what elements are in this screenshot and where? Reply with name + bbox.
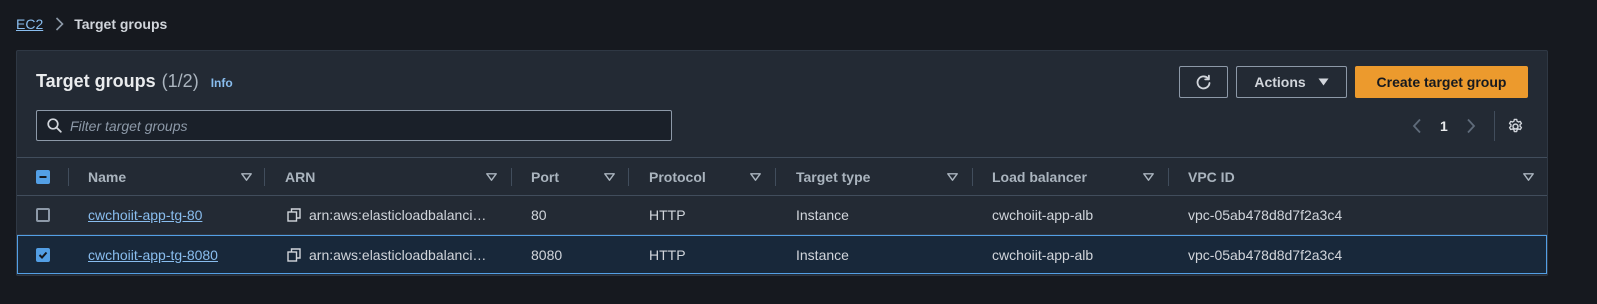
target-group-name-link[interactable]: cwchoiit-app-tg-8080 [88, 247, 218, 263]
name-cell: cwchoiit-app-tg-80 [88, 196, 202, 234]
column-header-port[interactable]: Port [531, 158, 615, 195]
column-header-load-balancer[interactable]: Load balancer [992, 158, 1154, 195]
panel-header: Target groups (1/2) Info [36, 71, 233, 92]
target-type-cell: Instance [796, 247, 849, 263]
target-groups-table: Name ARN Port Protocol Target type Load … [17, 157, 1547, 274]
target-group-name-link[interactable]: cwchoiit-app-tg-80 [88, 207, 202, 223]
select-all-cell [36, 158, 50, 195]
protocol-cell: HTTP [649, 207, 686, 223]
target-type-cell: Instance [796, 207, 849, 223]
sort-caret-icon[interactable] [604, 172, 615, 181]
vpc-id-cell: vpc-05ab478d8d7f2a3c4 [1188, 247, 1343, 263]
copy-icon[interactable] [287, 248, 301, 262]
chevron-right-icon [55, 17, 64, 31]
create-target-group-button[interactable]: Create target group [1355, 66, 1528, 98]
arn-value: arn:aws:elasticloadbalanci… [309, 207, 487, 223]
pagination: 1 [1412, 111, 1524, 141]
actions-button[interactable]: Actions [1236, 66, 1347, 98]
breadcrumb-current: Target groups [74, 16, 168, 32]
row-select-cell [36, 236, 50, 274]
column-separator [264, 168, 265, 186]
column-separator [68, 168, 69, 186]
load-balancer-cell: cwchoiit-app-alb [992, 247, 1094, 263]
previous-page-icon[interactable] [1412, 118, 1422, 134]
column-separator [511, 168, 512, 186]
column-separator [972, 168, 973, 186]
sort-caret-icon[interactable] [750, 172, 761, 181]
pager-divider [1493, 111, 1495, 141]
row-checkbox-checked[interactable] [36, 248, 50, 262]
actions-label: Actions [1254, 74, 1306, 90]
arn-cell: arn:aws:elasticloadbalanci… [287, 236, 486, 274]
breadcrumb: EC2 Target groups [16, 14, 167, 34]
column-header-load-balancer-label: Load balancer [992, 168, 1087, 185]
arn-value: arn:aws:elasticloadbalanci… [309, 247, 487, 263]
column-header-port-label: Port [531, 168, 559, 185]
port-cell: 8080 [531, 247, 563, 263]
sort-caret-icon[interactable] [947, 172, 958, 181]
column-separator [628, 168, 629, 186]
caret-down-icon [1318, 78, 1329, 86]
column-header-vpc-id[interactable]: VPC ID [1188, 158, 1534, 195]
port-cell: 80 [531, 207, 547, 223]
settings-gear-icon[interactable] [1507, 118, 1524, 135]
load-balancer-cell: cwchoiit-app-alb [992, 207, 1094, 223]
copy-icon[interactable] [287, 208, 301, 222]
column-separator [775, 168, 776, 186]
column-header-name[interactable]: Name [88, 158, 252, 195]
column-separator [1168, 168, 1169, 186]
table-row-selected[interactable]: cwchoiit-app-tg-8080 arn:aws:elasticload… [17, 235, 1547, 274]
page-title: Target groups [36, 71, 156, 91]
search-icon [47, 118, 62, 133]
column-header-arn-label: ARN [285, 168, 316, 185]
select-all-checkbox[interactable] [36, 169, 50, 184]
breadcrumb-ec2-link[interactable]: EC2 [16, 16, 43, 32]
table-row[interactable]: cwchoiit-app-tg-80 arn:aws:elasticloadba… [17, 196, 1547, 235]
sort-caret-icon[interactable] [1523, 172, 1534, 181]
column-header-name-label: Name [88, 168, 127, 185]
column-header-target-type-label: Target type [796, 168, 871, 185]
column-header-target-type[interactable]: Target type [796, 158, 958, 195]
info-link[interactable]: Info [211, 76, 233, 90]
target-groups-panel: Target groups (1/2) Info Actions Create … [16, 50, 1548, 276]
protocol-cell: HTTP [649, 247, 686, 263]
column-header-protocol[interactable]: Protocol [649, 158, 761, 195]
name-cell: cwchoiit-app-tg-8080 [88, 236, 218, 274]
table-header: Name ARN Port Protocol Target type Load … [17, 157, 1547, 196]
filter-target-groups-input[interactable] [70, 117, 630, 134]
selection-count: (1/2) [161, 71, 199, 91]
sort-caret-icon[interactable] [1143, 172, 1154, 181]
sort-caret-icon[interactable] [241, 172, 252, 181]
column-header-arn[interactable]: ARN [285, 158, 497, 195]
row-select-cell [36, 196, 50, 234]
current-page-number[interactable]: 1 [1440, 118, 1448, 134]
row-checkbox[interactable] [36, 208, 50, 222]
refresh-icon [1195, 74, 1212, 91]
refresh-button[interactable] [1179, 66, 1228, 98]
arn-cell: arn:aws:elasticloadbalanci… [287, 196, 486, 234]
column-header-protocol-label: Protocol [649, 168, 706, 185]
sort-caret-icon[interactable] [486, 172, 497, 181]
vpc-id-cell: vpc-05ab478d8d7f2a3c4 [1188, 207, 1343, 223]
next-page-icon[interactable] [1466, 118, 1476, 134]
filter-search-box [36, 110, 672, 141]
column-header-vpc-id-label: VPC ID [1188, 168, 1235, 185]
